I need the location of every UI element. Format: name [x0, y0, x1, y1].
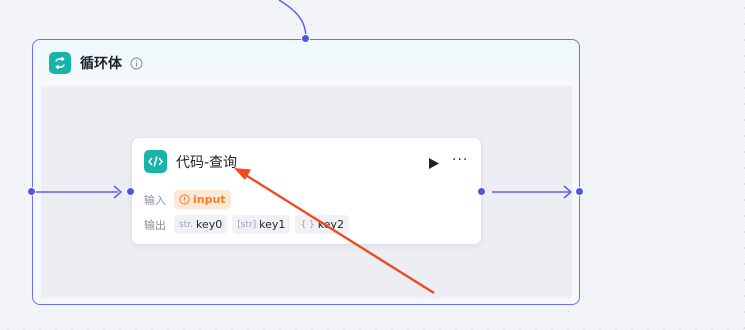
incoming-edge-top	[278, 0, 307, 39]
output-label: 输出	[144, 218, 166, 232]
input-row: 输入 input	[144, 190, 236, 209]
output-chip-key0[interactable]: str. key0	[174, 215, 228, 234]
code-icon	[144, 150, 167, 173]
input-label: 输入	[144, 193, 166, 207]
loop-input-port[interactable]	[301, 34, 310, 43]
loop-body-start-port[interactable]	[27, 187, 36, 196]
warning-icon	[179, 194, 190, 205]
output-type-key0: str.	[179, 219, 193, 230]
loop-header: 循环体	[49, 52, 143, 74]
code-node-title: 代码-查询	[176, 154, 238, 171]
input-chip[interactable]: input	[174, 190, 231, 209]
code-node-header: 代码-查询	[144, 150, 237, 173]
output-type-key1: [str]	[237, 219, 257, 230]
loop-icon	[49, 52, 71, 74]
loop-body-end-port[interactable]	[575, 187, 584, 196]
input-chip-label: input	[193, 193, 226, 206]
more-button[interactable]: ···	[452, 151, 468, 169]
output-type-key2: { }	[300, 219, 315, 230]
code-node[interactable]: 代码-查询 ··· 输入 input 输出 str. key0 [str] ke…	[131, 137, 482, 245]
output-name-key2: key2	[317, 218, 345, 231]
output-name-key1: key1	[259, 218, 286, 231]
code-node-input-port[interactable]	[126, 187, 135, 196]
output-chip-key2[interactable]: { } key2	[295, 215, 350, 234]
code-node-output-port[interactable]	[477, 187, 486, 196]
output-name-key0: key0	[195, 218, 223, 231]
output-chip-key1[interactable]: [str] key1	[232, 215, 291, 234]
info-icon[interactable]	[130, 57, 143, 70]
loop-title: 循环体	[80, 56, 122, 72]
play-icon[interactable]	[428, 155, 440, 169]
output-row: 输出 str. key0 [str] key1 { } key2	[144, 215, 354, 234]
